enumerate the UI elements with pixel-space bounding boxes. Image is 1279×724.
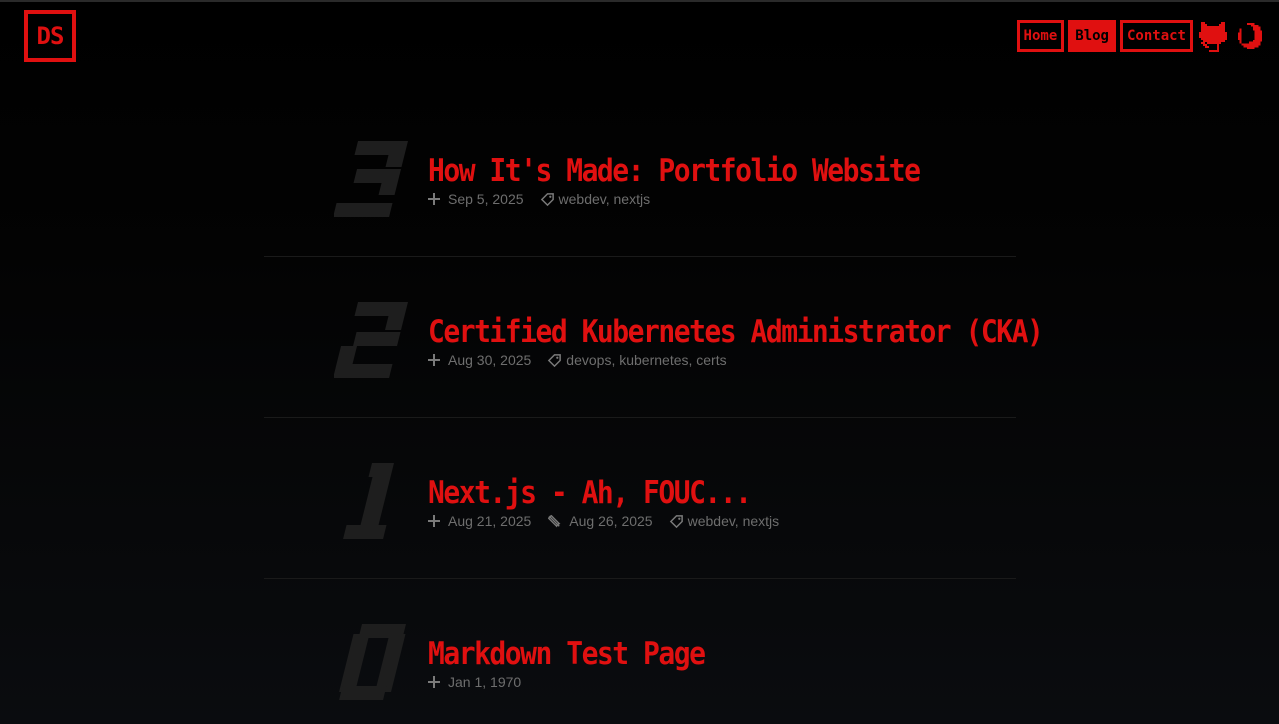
plus-icon (428, 193, 440, 205)
main-nav: Home Blog Contact (1016, 20, 1265, 52)
post-item: Next.js - Ah, FOUC... Aug 21, 2025 Aug 2… (264, 418, 1016, 579)
post-item: How It's Made: Portfolio Website Sep 5, … (264, 96, 1016, 257)
post-updated-date: Aug 26, 2025 (569, 513, 653, 529)
post-number-2 (334, 302, 408, 378)
nav-home-link[interactable]: Home (1016, 20, 1065, 52)
post-list: How It's Made: Portfolio Website Sep 5, … (264, 96, 1044, 724)
post-tags: devops, kubernetes, certs (566, 352, 727, 368)
plus-icon (428, 515, 440, 527)
post-date: Sep 5, 2025 (448, 191, 524, 207)
post-tags: webdev, nextjs (558, 191, 651, 207)
post-date: Jan 1, 1970 (448, 674, 522, 690)
nav-blog-link[interactable]: Blog (1068, 20, 1116, 52)
tag-icon (669, 514, 683, 528)
github-link[interactable] (1197, 20, 1229, 52)
site-logo[interactable]: DS (24, 10, 76, 62)
pencil-icon (548, 514, 561, 528)
theme-toggle-button[interactable] (1233, 20, 1265, 52)
post-meta: Jan 1, 1970 (428, 674, 537, 690)
post-date: Aug 30, 2025 (448, 352, 532, 368)
github-icon (1199, 22, 1227, 52)
tag-icon (548, 353, 562, 367)
post-item: Certified Kubernetes Administrator (CKA)… (264, 257, 1044, 418)
plus-icon (428, 354, 440, 366)
post-title-link[interactable]: Certified Kubernetes Administrator (CKA) (428, 313, 1044, 350)
top-border (0, 0, 1279, 2)
post-title-link[interactable]: Markdown Test Page (428, 635, 706, 672)
tag-icon (540, 192, 554, 206)
post-number-1 (343, 463, 394, 539)
post-item: Markdown Test Page Jan 1, 1970 (264, 579, 1016, 724)
post-meta: Sep 5, 2025 webdev, nextjs (428, 191, 650, 207)
post-date: Aug 21, 2025 (448, 513, 532, 529)
post-tags: webdev, nextjs (687, 513, 780, 529)
post-title-link[interactable]: How It's Made: Portfolio Website (428, 152, 921, 189)
post-meta: Aug 21, 2025 Aug 26, 2025 webdev, nextjs (428, 513, 779, 529)
post-title-link[interactable]: Next.js - Ah, FOUC... (428, 474, 752, 511)
plus-icon (428, 676, 440, 688)
nav-contact-link[interactable]: Contact (1119, 20, 1193, 52)
post-number-0 (339, 624, 406, 700)
moon-icon (1237, 22, 1263, 50)
post-number-3 (334, 141, 408, 217)
post-meta: Aug 30, 2025 devops, kubernetes, certs (428, 352, 727, 368)
